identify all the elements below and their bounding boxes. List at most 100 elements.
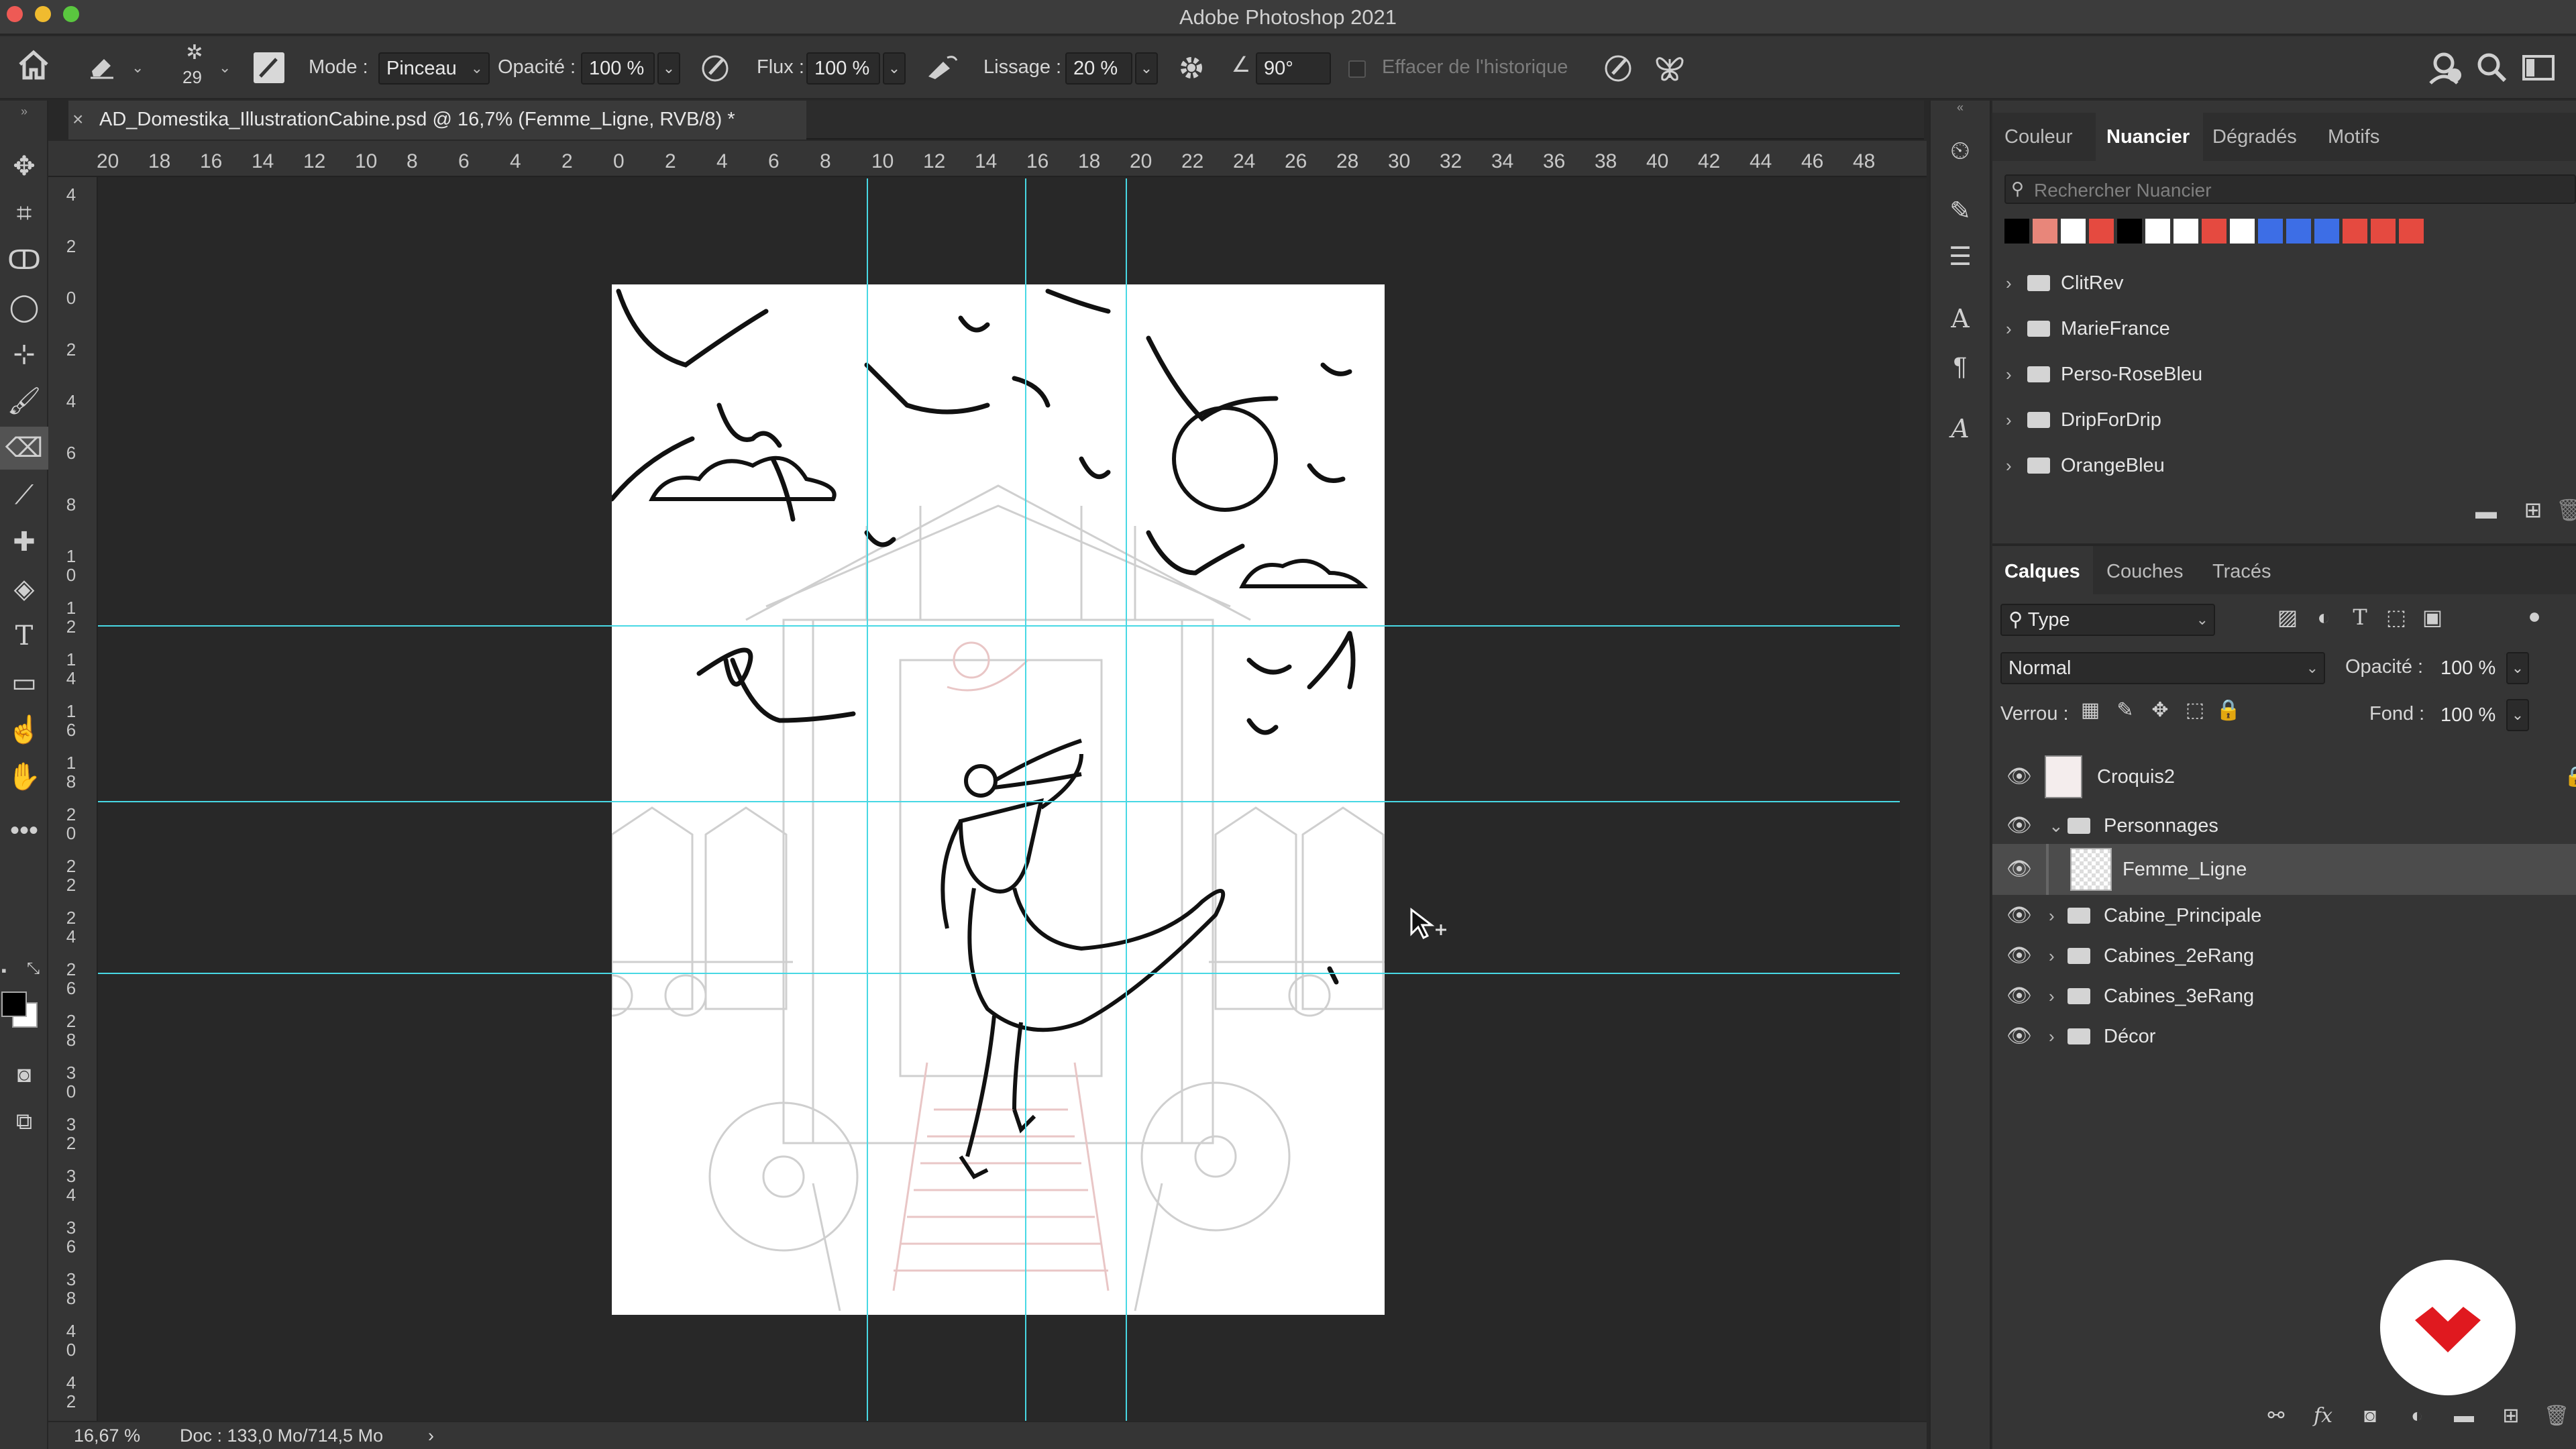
home-icon[interactable] (15, 50, 52, 85)
brush-preset-dropdown[interactable]: ⌄ (219, 59, 231, 76)
quick-mask-icon[interactable]: ◙ (0, 1053, 48, 1096)
document-tab[interactable]: × AD_Domestika_IllustrationCabine.psd @ … (68, 101, 806, 140)
visibility-eye-icon[interactable]: 👁 (2004, 751, 2034, 802)
hand-tool-icon[interactable]: ✋ (0, 755, 48, 798)
eraser-tool-preset-icon[interactable] (85, 51, 119, 87)
color-swatch[interactable] (2399, 219, 2424, 244)
layer-opacity-dropdown[interactable]: ⌄ (2506, 652, 2529, 684)
chevron-right-icon[interactable]: › (2006, 260, 2012, 306)
filter-type-icon[interactable]: T (2347, 606, 2373, 628)
smoothing-input[interactable]: 20 % (1065, 52, 1132, 85)
guide-vertical-2[interactable] (1025, 178, 1026, 1421)
color-swatch[interactable] (2371, 219, 2396, 244)
guide-vertical-3[interactable] (1126, 178, 1127, 1421)
filter-adjustment-icon[interactable]: ◐ (2310, 606, 2337, 628)
vertical-scrollbar[interactable] (1900, 178, 1927, 1421)
close-window-button[interactable] (7, 6, 23, 22)
color-swatch[interactable] (2061, 219, 2086, 244)
layer-row[interactable]: 👁 › Cabines_3eRang (1992, 977, 2576, 1016)
chevron-right-icon[interactable]: › (2049, 1017, 2055, 1056)
blend-mode-select[interactable]: Normal ⌄ (2000, 652, 2325, 684)
lock-position-icon[interactable]: ✥ (2147, 700, 2174, 720)
color-swatch[interactable] (2089, 219, 2114, 244)
tool-preset-dropdown[interactable]: ⌄ (131, 59, 144, 76)
color-swatch[interactable] (2202, 219, 2226, 244)
chevron-right-icon[interactable]: › (2006, 397, 2012, 443)
color-swatch[interactable] (2004, 219, 2029, 244)
zoom-level[interactable]: 16,67 % (74, 1422, 140, 1449)
chevron-right-icon[interactable]: › (2006, 352, 2012, 397)
color-swatch[interactable] (2117, 219, 2142, 244)
screen-mode-icon[interactable]: ⧉ (0, 1100, 48, 1143)
delete-layer-icon[interactable]: 🗑 (2541, 1406, 2572, 1426)
color-swatch[interactable] (2286, 219, 2311, 244)
chevron-down-icon[interactable]: ⌄ (2049, 806, 2063, 845)
new-swatch-icon[interactable]: ⊞ (2517, 499, 2549, 521)
flow-input[interactable]: 100 % (806, 52, 880, 85)
crop-tool-icon[interactable]: ⌗ (0, 192, 48, 235)
minimize-window-button[interactable] (35, 6, 51, 22)
new-group-icon[interactable]: ▬ (2449, 1406, 2479, 1426)
delete-swatch-icon[interactable]: 🗑 (2556, 499, 2576, 521)
history-panel-icon[interactable]: ⏲ (1943, 138, 1978, 164)
eraser-tool-icon[interactable]: ⌫ (0, 427, 48, 470)
default-colors-icon[interactable]: ▪ (1, 962, 7, 979)
tab-calques[interactable]: Calques (2004, 561, 2080, 583)
layer-row[interactable]: 👁 Croquis2 🔒 (1992, 751, 2576, 802)
brush-tool-icon[interactable]: 🖌 (0, 380, 48, 423)
vertical-ruler[interactable]: 4 2 0 2 4 6 8 1 0 1 2 1 4 1 6 1 8 2 0 2 2 2 4 2 6 2 8 3 0… (48, 177, 98, 1422)
add-mask-icon[interactable]: ◙ (2355, 1406, 2385, 1426)
chevron-right-icon[interactable]: › (2006, 443, 2012, 488)
opacity-dropdown[interactable]: ⌄ (657, 52, 680, 85)
color-swatch[interactable] (2343, 219, 2367, 244)
adjustment-layer-icon[interactable]: ◐ (2402, 1406, 2432, 1426)
adjustments-panel-icon[interactable]: ☰ (1943, 244, 1978, 270)
fill-dropdown[interactable]: ⌄ (2506, 699, 2529, 731)
color-swatch[interactable] (2174, 219, 2198, 244)
layer-row[interactable]: 👁 Femme_Ligne (1992, 844, 2576, 895)
lock-image-icon[interactable]: ✎ (2112, 700, 2139, 720)
swatch-folder-item[interactable]: › DripForDrip (1992, 397, 2576, 443)
filter-pixel-icon[interactable]: ▨ (2274, 606, 2301, 628)
paint-bucket-tool-icon[interactable]: ◈ (0, 568, 48, 610)
close-tab-icon[interactable]: × (72, 109, 83, 130)
visibility-eye-icon[interactable]: 👁 (2004, 844, 2034, 895)
lock-artboard-icon[interactable]: ⬚ (2182, 700, 2208, 720)
quick-selection-tool-icon[interactable]: ⊹ (0, 333, 48, 376)
swap-colors-icon[interactable]: ⤡ (27, 959, 40, 978)
status-menu-arrow[interactable]: › (428, 1422, 434, 1449)
color-swatch[interactable] (2314, 219, 2339, 244)
document-canvas[interactable] (612, 284, 1385, 1315)
symmetry-butterfly-icon[interactable] (1652, 51, 1688, 89)
visibility-eye-icon[interactable]: 👁 (2004, 896, 2034, 935)
ruler-tool-icon[interactable]: ▭ (0, 661, 48, 704)
color-swatch[interactable] (2258, 219, 2283, 244)
visibility-eye-icon[interactable]: 👁 (2004, 977, 2034, 1016)
layer-row[interactable]: 👁 › Cabines_2eRang (1992, 936, 2576, 975)
fill-input[interactable]: 100 % (2432, 699, 2506, 731)
brush-settings-panel-icon[interactable]: ✎ (1943, 199, 1978, 224)
workspace-icon[interactable] (2520, 52, 2557, 88)
layer-row[interactable]: 👁 ⌄ Personnages (1992, 806, 2576, 845)
tab-nuancier[interactable]: Nuancier (2106, 126, 2190, 148)
guide-horizontal-1[interactable] (98, 625, 1900, 627)
layer-row[interactable]: 👁 › Décor (1992, 1017, 2576, 1056)
smudge-tool-icon[interactable]: ☝ (0, 708, 48, 751)
tab-traces[interactable]: Tracés (2212, 561, 2271, 583)
swatch-folder-item[interactable]: › ClitRev (1992, 260, 2576, 306)
airbrush-icon[interactable] (922, 51, 962, 89)
lock-all-icon[interactable]: 🔒 (2215, 700, 2242, 720)
swatch-folder-item[interactable]: › MarieFrance (1992, 306, 2576, 352)
collapse-tools-icon[interactable]: » (0, 105, 48, 119)
new-swatch-group-icon[interactable]: ▬ (2470, 500, 2502, 522)
glyphs-panel-icon[interactable]: A (1943, 416, 1978, 441)
chevron-right-icon[interactable]: › (2006, 306, 2012, 352)
chevron-right-icon[interactable]: › (2049, 896, 2055, 935)
visibility-eye-icon[interactable]: 👁 (2004, 936, 2034, 975)
paragraph-panel-icon[interactable]: ¶ (1943, 354, 1978, 380)
type-tool-icon[interactable]: T (0, 614, 48, 657)
pressure-size-icon[interactable] (1601, 51, 1637, 89)
pressure-opacity-icon[interactable] (698, 51, 734, 89)
character-panel-icon[interactable]: A (1943, 306, 1978, 331)
layer-row[interactable]: 👁 › Cabine_Principale (1992, 896, 2576, 935)
